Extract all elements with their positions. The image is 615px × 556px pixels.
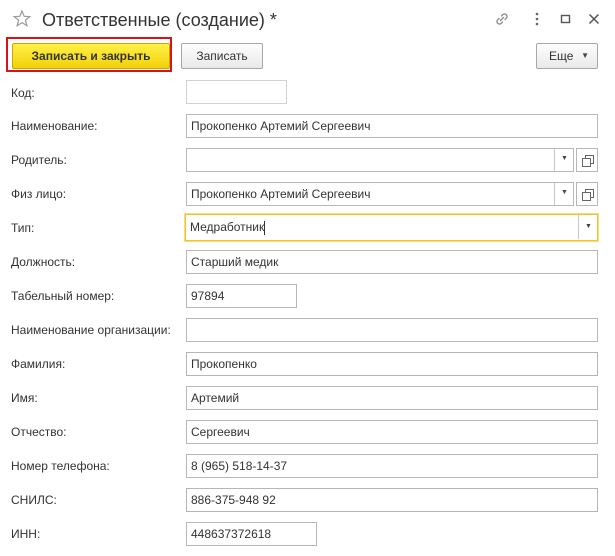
phone-field[interactable]: 8 (965) 518-14-37 (186, 454, 598, 478)
code-field[interactable] (186, 80, 287, 104)
inn-field[interactable]: 448637372618 (186, 522, 317, 546)
last-name-field[interactable]: Прокопенко (186, 352, 598, 376)
chevron-down-icon: ▼ (581, 51, 589, 60)
position-field[interactable]: Старший медик (186, 250, 598, 274)
last-name-label: Фамилия: (11, 357, 66, 371)
type-value: Медработник (190, 220, 265, 234)
organization-label: Наименование организации: (11, 323, 171, 337)
link-icon[interactable] (492, 9, 512, 29)
type-field[interactable]: Медработник ▼ (185, 214, 598, 241)
window-title: Ответственные (создание) * (42, 10, 277, 30)
person-label: Физ лицо: (11, 187, 67, 201)
employee-number-label: Табельный номер: (11, 289, 115, 303)
type-label: Тип: (11, 221, 35, 235)
person-open-button[interactable] (576, 182, 598, 206)
type-dropdown-button[interactable]: ▼ (578, 215, 597, 239)
title-bar: Ответственные (создание) * (0, 0, 615, 40)
close-icon[interactable] (584, 9, 604, 29)
parent-field[interactable]: ▼ (186, 148, 574, 172)
name-field[interactable]: Прокопенко Артемий Сергеевич (186, 114, 598, 138)
more-button-label: Еще (549, 49, 574, 63)
code-label: Код: (11, 86, 35, 100)
employee-number-field[interactable]: 97894 (186, 284, 297, 308)
text-cursor (264, 220, 266, 235)
person-field[interactable]: Прокопенко Артемий Сергеевич ▼ (186, 182, 574, 206)
snils-label: СНИЛС: (11, 493, 57, 507)
open-window-icon (582, 189, 594, 201)
more-vertical-icon[interactable] (527, 9, 547, 29)
first-name-field[interactable]: Артемий (186, 386, 598, 410)
open-window-icon (582, 155, 594, 167)
organization-field[interactable] (186, 318, 598, 342)
person-dropdown-button[interactable]: ▼ (554, 183, 573, 205)
parent-open-button[interactable] (576, 148, 598, 172)
inn-label: ИНН: (11, 527, 41, 541)
more-button[interactable]: Еще ▼ (536, 43, 598, 69)
maximize-icon[interactable] (556, 9, 576, 29)
patronymic-field[interactable]: Сергеевич (186, 420, 598, 444)
parent-label: Родитель: (11, 153, 67, 167)
name-label: Наименование: (11, 119, 98, 133)
snils-field[interactable]: 886-375-948 92 (186, 488, 598, 512)
phone-label: Номер телефона: (11, 459, 110, 473)
save-and-close-button[interactable]: Записать и закрыть (12, 43, 170, 69)
patronymic-label: Отчество: (11, 425, 67, 439)
star-icon[interactable] (12, 9, 32, 29)
first-name-label: Имя: (11, 391, 38, 405)
person-value: Прокопенко Артемий Сергеевич (191, 187, 371, 201)
position-label: Должность: (11, 255, 76, 269)
parent-dropdown-button[interactable]: ▼ (554, 149, 573, 171)
save-button[interactable]: Записать (181, 43, 263, 69)
